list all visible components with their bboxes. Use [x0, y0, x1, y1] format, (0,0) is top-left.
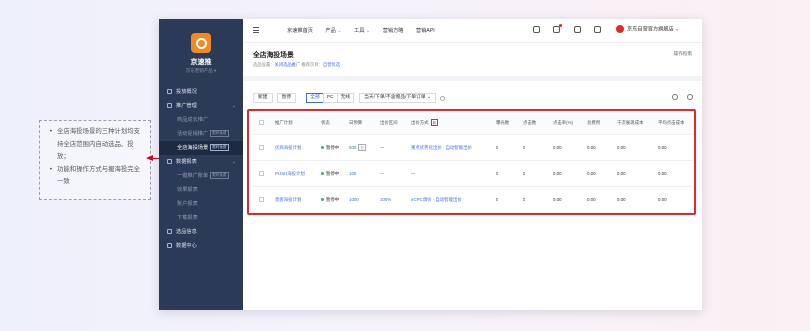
- sidebar-item-store-wide[interactable]: 全店海投场景 限时免费: [159, 141, 243, 155]
- help-link[interactable]: 操作指南: [674, 51, 692, 57]
- overview-icon: [167, 89, 172, 95]
- selection-icon: [167, 229, 172, 235]
- sidebar-item-download-report[interactable]: 下载报表: [159, 211, 243, 225]
- free-badge: 限时免费: [210, 144, 229, 152]
- sidebar-item-label: 数据报表: [176, 159, 197, 165]
- settings-icon[interactable]: [672, 94, 678, 100]
- brand-logo-icon[interactable]: [191, 33, 211, 53]
- new-button[interactable]: 新建: [253, 93, 273, 103]
- sidebar-item-reports[interactable]: 数据报表 ⌄: [159, 155, 243, 169]
- shop-avatar: [616, 25, 624, 33]
- sidebar-item-label: 一键推广账单: [177, 173, 209, 179]
- sidebar-item-label: 账户报表: [177, 201, 198, 207]
- sidebar-item-activity-promo[interactable]: 活动促销推广 限时免费: [159, 127, 243, 141]
- chevron-down-icon: ⌄: [231, 159, 236, 165]
- breadcrumb: 选品设置：关闭选品推广 推荐页目：自营优选: [253, 62, 340, 68]
- sidebar-item-label: 数据中心: [176, 243, 197, 249]
- platform-segment: 全部 PC 无线: [306, 93, 355, 103]
- sidebar-item-data-center[interactable]: 数据中心: [159, 239, 243, 253]
- annotation-note: 全店海投场景的三种计划均支持全店范围内自动选品、投放； 功能和操作方式与搬海投完…: [39, 120, 151, 200]
- sidebar-item-label: 活动促销推广: [177, 131, 209, 137]
- topnav-tools[interactable]: 工具: [354, 28, 370, 34]
- sidebar-item-promotion[interactable]: 推广管理 ⌄: [159, 99, 243, 113]
- crumb-link[interactable]: 自营优选: [323, 62, 340, 67]
- topnav-strategy[interactable]: 营销方略: [383, 28, 404, 34]
- crumb-prefix: 选品设置：: [253, 62, 275, 67]
- top-icons: [533, 24, 613, 33]
- video-icon[interactable]: [594, 26, 602, 33]
- sidebar-item-effect-report[interactable]: 效果报表: [159, 183, 243, 197]
- topnav-home[interactable]: 京速推首页: [287, 28, 313, 34]
- gear-icon: [167, 243, 172, 249]
- segment-wireless[interactable]: 无线: [336, 93, 355, 103]
- sidebar-item-overview[interactable]: 投放概况: [159, 85, 243, 99]
- sidebar: 京速推 京东营销产品 ▾ 投放概况 推广管理 ⌄ 商品成长推广 活动促销推广 限时免…: [159, 19, 243, 310]
- toolbar: 新建 暂停 全部 PC 无线 当天/下单/不含赠品/下单订单 ⌄: [253, 93, 693, 105]
- sidebar-item-label: 推广管理: [176, 103, 197, 109]
- segment-all[interactable]: 全部: [306, 93, 324, 103]
- highlight-frame: [247, 109, 696, 215]
- message-icon[interactable]: [553, 24, 563, 33]
- sidebar-item-label: 下载报表: [177, 215, 198, 221]
- annotation-arrow-head: [146, 155, 153, 161]
- pause-button[interactable]: 暂停: [276, 93, 297, 103]
- sidebar-item-account-report[interactable]: 账户报表: [159, 197, 243, 211]
- stat-scope-select[interactable]: 当天/下单/不含赠品/下单订单 ⌄: [359, 93, 437, 103]
- brand-name: 京速推: [190, 59, 212, 66]
- sidebar-item-label: 投放概况: [176, 89, 197, 95]
- report-icon: [167, 159, 172, 165]
- annotation-item: 全店海投场景的三种计划均支持全店范围内自动选品、投放；: [49, 125, 145, 163]
- toolbar-right: [663, 94, 693, 102]
- promotion-icon: [167, 103, 172, 109]
- chevron-down-icon: ⌄: [231, 103, 236, 109]
- crumb-link[interactable]: 关闭选品推广: [274, 62, 300, 67]
- section-divider: [243, 76, 702, 81]
- free-badge: 限时免费: [210, 130, 229, 138]
- brand-switcher[interactable]: 京东营销产品 ▾: [159, 68, 243, 74]
- shop-name: 京东自营官方旗舰店 ⌄: [627, 26, 680, 33]
- info-icon[interactable]: [440, 95, 446, 101]
- sidebar-item-label: 选品信息: [176, 229, 197, 235]
- sidebar-item-label: 效果报表: [177, 187, 198, 193]
- topnav-api[interactable]: 营销API: [416, 28, 435, 34]
- sidebar-item-product-growth[interactable]: 商品成长推广: [159, 113, 243, 127]
- download-icon[interactable]: [687, 94, 693, 100]
- chat-icon[interactable]: [573, 26, 581, 33]
- crumb-mid: 推荐页目：: [300, 62, 323, 67]
- sidebar-nav: 投放概况 推广管理 ⌄ 商品成长推广 活动促销推广 限时免费 全店海投场景 限时免费 …: [159, 85, 243, 253]
- sidebar-item-selection-info[interactable]: 选品信息: [159, 225, 243, 239]
- page-title: 全店海投场景: [253, 52, 294, 59]
- topnav-products[interactable]: 产品: [325, 28, 341, 34]
- top-nav: 京速推首页 产品 工具 营销方略 营销API: [287, 27, 446, 34]
- top-bar: 京速推首页 产品 工具 营销方略 营销API 京东自营官方旗舰店 ⌄: [243, 19, 702, 43]
- sidebar-item-label: 全店海投场景: [177, 145, 209, 151]
- sidebar-item-label: 商品成长推广: [177, 117, 209, 123]
- sidebar-item-one-click-bill[interactable]: 一键推广账单 限时免费: [159, 169, 243, 183]
- shop-menu[interactable]: 京东自营官方旗舰店 ⌄: [616, 25, 679, 33]
- cart-icon[interactable]: [533, 26, 540, 33]
- segment-pc[interactable]: PC: [322, 93, 338, 103]
- menu-icon[interactable]: [253, 27, 259, 33]
- annotation-item: 功能和操作方式与搬海投完全一致: [49, 163, 145, 188]
- free-badge: 限时免费: [210, 172, 229, 180]
